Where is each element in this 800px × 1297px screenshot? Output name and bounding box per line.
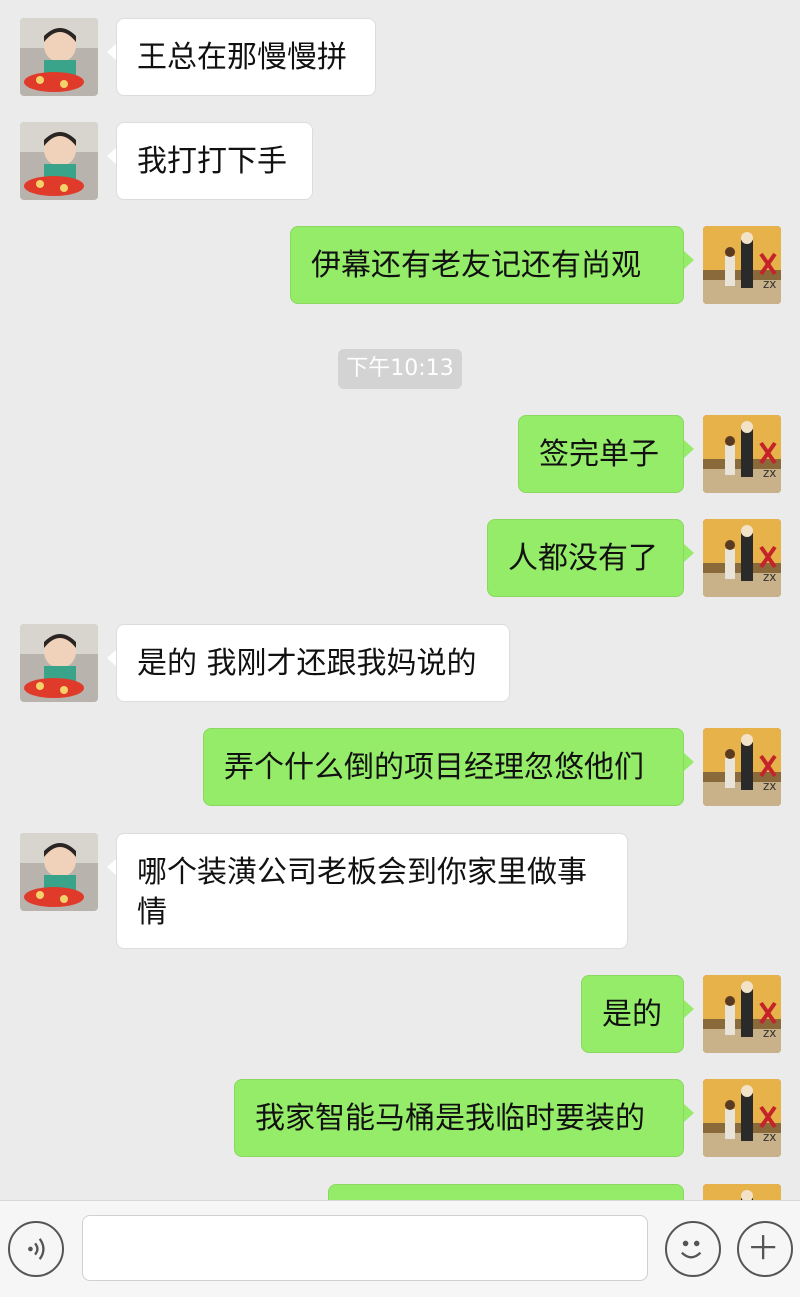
message-bubble[interactable] [328,1184,684,1200]
chat-area[interactable]: 王总在那慢慢拼 我打打下手 伊幕还有老友记还有尚观 zx 下午10:13 签完单… [0,0,800,1200]
input-bar [0,1200,800,1297]
svg-text:zx: zx [763,277,776,291]
plus-button[interactable] [737,1221,793,1277]
svg-text:zx: zx [763,1130,776,1144]
my-avatar[interactable]: zx [703,519,781,597]
svg-text:zx: zx [763,466,776,480]
svg-text:zx: zx [763,570,776,584]
message-bubble[interactable]: 弄个什么倒的项目经理忽悠他们 [203,728,684,806]
my-avatar[interactable] [703,1184,781,1200]
contact-avatar[interactable] [20,833,98,911]
voice-icon [28,1238,45,1260]
message-bubble[interactable]: 我打打下手 [116,122,313,200]
emoji-button[interactable] [665,1221,721,1277]
svg-text:zx: zx [763,1026,776,1040]
message-bubble[interactable]: 王总在那慢慢拼 [116,18,376,96]
message-bubble[interactable]: 哪个装潢公司老板会到你家里做事 情 [116,833,628,949]
contact-avatar[interactable] [20,122,98,200]
my-avatar[interactable]: zx [703,975,781,1053]
contact-avatar[interactable] [20,624,98,702]
my-avatar[interactable]: zx [703,226,781,304]
message-bubble[interactable]: 签完单子 [518,415,684,493]
message-input[interactable] [82,1215,648,1281]
svg-text:zx: zx [763,779,776,793]
voice-button[interactable] [8,1221,64,1277]
my-avatar[interactable]: zx [703,728,781,806]
timestamp: 下午10:13 [338,349,462,389]
my-avatar[interactable]: zx [703,1079,781,1157]
message-bubble[interactable]: 我家智能马桶是我临时要装的 [234,1079,684,1157]
message-bubble[interactable]: 人都没有了 [487,519,684,597]
my-avatar[interactable]: zx [703,415,781,493]
emoji-icon [681,1240,702,1259]
message-bubble[interactable]: 是的 [581,975,684,1053]
plus-icon [751,1235,776,1260]
message-bubble[interactable]: 是的 我刚才还跟我妈说的 [116,624,510,702]
message-bubble[interactable]: 伊幕还有老友记还有尚观 [290,226,684,304]
contact-avatar[interactable] [20,18,98,96]
